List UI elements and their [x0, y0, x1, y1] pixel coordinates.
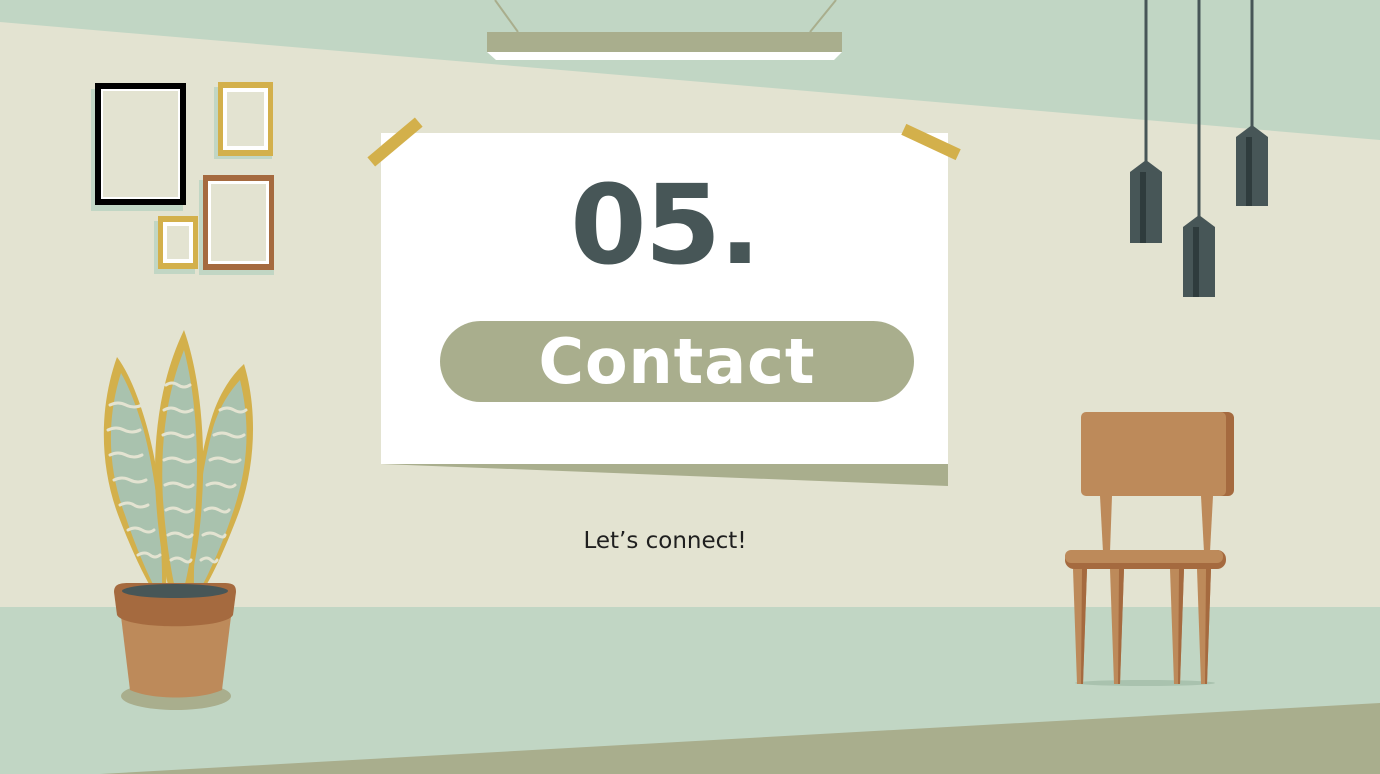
section-title: Contact [538, 324, 816, 398]
subtitle: Let’s connect! [583, 528, 747, 554]
section-title-pill: Contact [440, 321, 914, 402]
section-number: 05. [570, 161, 761, 289]
slide: 05. Contact Let’s connect! [0, 0, 1380, 774]
